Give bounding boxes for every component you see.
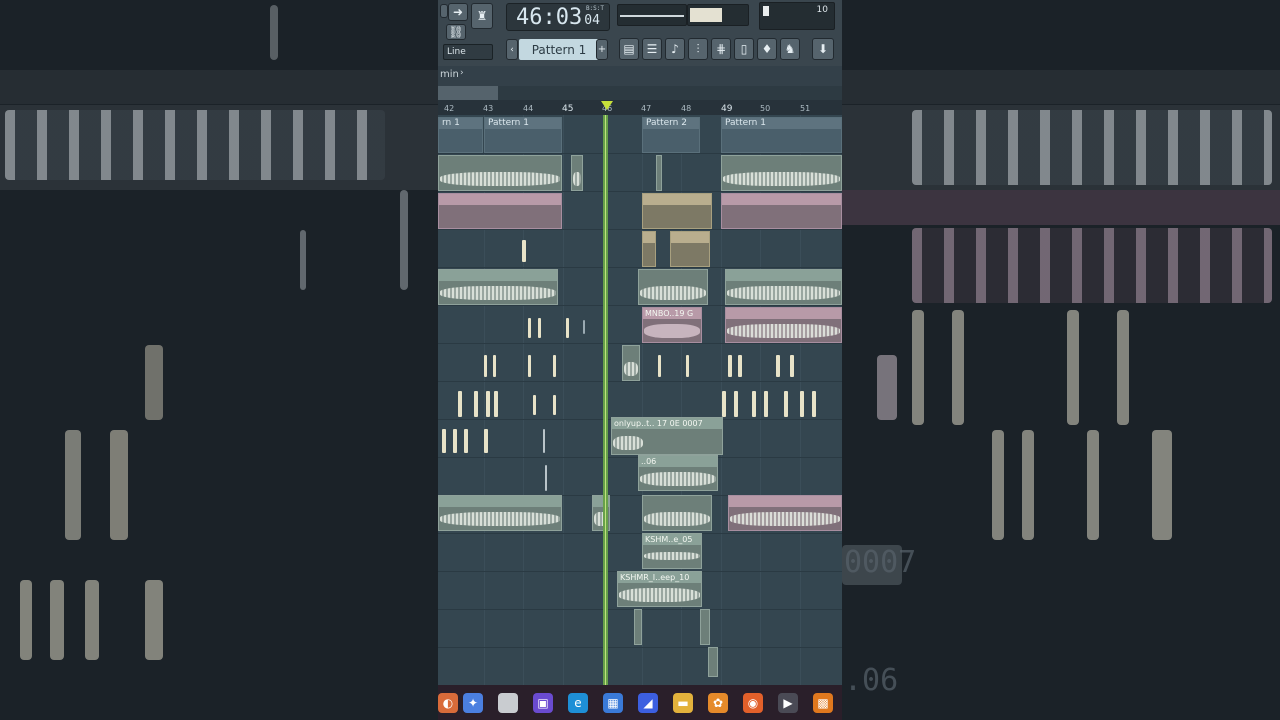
overlay-text-0007: 0007 bbox=[844, 545, 917, 580]
channel-rack-knobs-icon[interactable]: ⋕ bbox=[711, 38, 731, 60]
audio-clip-mnbo[interactable]: MNBO..19 G bbox=[642, 307, 702, 343]
metronome-icon[interactable]: ♜ bbox=[471, 3, 493, 29]
pattern-clip[interactable]: Pattern 2 bbox=[642, 117, 700, 153]
audio-clip[interactable] bbox=[700, 609, 710, 645]
taskbar: ◐ ✦ ▣ e ▦ ◢ ▬ ✿ ◉ ▶ ▩ bbox=[438, 685, 842, 720]
scroll-indicator[interactable] bbox=[438, 86, 498, 100]
bar-number: 45 bbox=[562, 104, 574, 114]
playhead-line-core bbox=[605, 115, 606, 685]
audio-clip[interactable] bbox=[708, 647, 718, 677]
audio-clip[interactable] bbox=[670, 231, 710, 267]
folder-icon[interactable]: ▬ bbox=[673, 693, 693, 713]
bar-number: 44 bbox=[523, 104, 534, 113]
overlay-text-06: .06 bbox=[844, 663, 899, 698]
pattern-selector[interactable]: Pattern 1 bbox=[519, 39, 599, 60]
pattern-prev-button[interactable]: ‹ bbox=[506, 39, 518, 60]
firefox-icon[interactable]: ◉ bbox=[743, 693, 763, 713]
bar-number: 43 bbox=[483, 104, 494, 113]
bar-number: 48 bbox=[681, 104, 692, 113]
audio-clip[interactable] bbox=[622, 345, 640, 381]
polyphony-meter: 10 bbox=[759, 2, 835, 30]
cpu-memory-meter bbox=[687, 4, 749, 26]
audio-clip[interactable] bbox=[438, 495, 562, 531]
waveform-scope bbox=[617, 4, 687, 26]
plugin-icon[interactable]: ♦ bbox=[757, 38, 777, 60]
hint-bar: min › bbox=[438, 66, 842, 86]
audio-clip[interactable] bbox=[656, 155, 662, 191]
audio-clip[interactable] bbox=[438, 155, 562, 191]
bar-number: 51 bbox=[800, 104, 811, 113]
time-sub: 04 bbox=[584, 12, 600, 28]
browser-icon[interactable]: ▯ bbox=[734, 38, 754, 60]
fl-studio-window: ➜ ♜ ⛓ 46:03 04 B:S:T 10 Line ‹ Pattern 1… bbox=[438, 0, 842, 720]
office-icon[interactable]: ▩ bbox=[813, 693, 833, 713]
pattern-clip[interactable]: Pattern 1 bbox=[484, 117, 562, 153]
audio-clip[interactable] bbox=[642, 193, 712, 229]
audio-clip-06[interactable]: ..06 bbox=[638, 455, 718, 491]
audio-clip[interactable] bbox=[571, 155, 583, 191]
pattern-clip[interactable]: rn 1 bbox=[438, 117, 483, 153]
color-picker-icon[interactable]: ✦ bbox=[463, 693, 483, 713]
store-icon[interactable]: ▦ bbox=[603, 693, 623, 713]
add-pattern-button[interactable]: + bbox=[596, 39, 608, 60]
audio-clip[interactable] bbox=[725, 269, 842, 305]
bar-number: 42 bbox=[444, 104, 455, 113]
polyphony-value: 10 bbox=[816, 5, 828, 15]
fl-studio-icon[interactable]: ✿ bbox=[708, 693, 728, 713]
mixer-icon[interactable]: ⫶ bbox=[688, 38, 708, 60]
playlist-area[interactable]: rn 1 Pattern 1 Pattern 2 Pattern 1 MNBO.… bbox=[438, 115, 842, 685]
bar-number: 50 bbox=[760, 104, 771, 113]
song-position-display: 46:03 04 B:S:T bbox=[506, 3, 610, 31]
tempo-icon[interactable]: ♞ bbox=[780, 38, 800, 60]
link-icon[interactable]: ⛓ bbox=[446, 24, 466, 40]
edge-icon[interactable]: e bbox=[568, 693, 588, 713]
audio-clip-kshmr[interactable]: KSHMR_I..eep_10 bbox=[617, 571, 702, 607]
vscode-icon[interactable]: ◢ bbox=[638, 693, 658, 713]
hint-text: min bbox=[440, 69, 459, 80]
window-icon[interactable] bbox=[498, 693, 518, 713]
stop-button[interactable] bbox=[440, 4, 448, 18]
audio-clip[interactable] bbox=[642, 495, 712, 531]
redo-arrow-icon[interactable]: ➜ bbox=[448, 3, 468, 21]
playlist-icon[interactable]: ▤ bbox=[619, 38, 639, 60]
app-icon[interactable]: ◐ bbox=[438, 693, 458, 713]
chat-icon[interactable]: ▣ bbox=[533, 693, 553, 713]
piano-roll-icon[interactable]: ♪ bbox=[665, 38, 685, 60]
chevron-right-icon: › bbox=[460, 68, 464, 78]
bar-number: 47 bbox=[641, 104, 652, 113]
time-format-label: B:S:T bbox=[585, 5, 604, 12]
audio-clip[interactable] bbox=[725, 307, 842, 343]
blurred-background-left bbox=[0, 0, 438, 720]
blurred-background-right: 0007 .06 bbox=[842, 0, 1280, 720]
bar-number: 49 bbox=[721, 104, 733, 114]
audio-clip[interactable] bbox=[728, 495, 842, 531]
audio-clip[interactable] bbox=[638, 269, 708, 305]
audio-clip[interactable] bbox=[642, 231, 656, 267]
top-toolbar: ➜ ♜ ⛓ 46:03 04 B:S:T 10 Line ‹ Pattern 1… bbox=[438, 0, 842, 66]
timeline-ruler[interactable]: 42 43 44 45 46 47 48 49 50 51 bbox=[438, 100, 842, 115]
audio-clip[interactable] bbox=[634, 609, 642, 645]
audio-clip[interactable] bbox=[721, 155, 842, 191]
audio-clip[interactable] bbox=[438, 269, 558, 305]
snap-selector[interactable]: Line bbox=[443, 44, 493, 60]
audio-clip-onlyup[interactable]: onlyup..t.. 17 0E 0007 bbox=[611, 417, 723, 455]
pattern-clip[interactable]: Pattern 1 bbox=[721, 117, 842, 153]
export-icon[interactable]: ⬇ bbox=[812, 38, 834, 60]
audio-clip-kshm[interactable]: KSHM..e_05 bbox=[642, 533, 702, 569]
playhead-marker[interactable] bbox=[601, 101, 613, 110]
time-main: 46:03 bbox=[516, 4, 583, 30]
channel-rack-icon[interactable]: ☰ bbox=[642, 38, 662, 60]
audio-clip[interactable] bbox=[721, 193, 842, 229]
media-player-icon[interactable]: ▶ bbox=[778, 693, 798, 713]
audio-clip[interactable] bbox=[438, 193, 562, 229]
